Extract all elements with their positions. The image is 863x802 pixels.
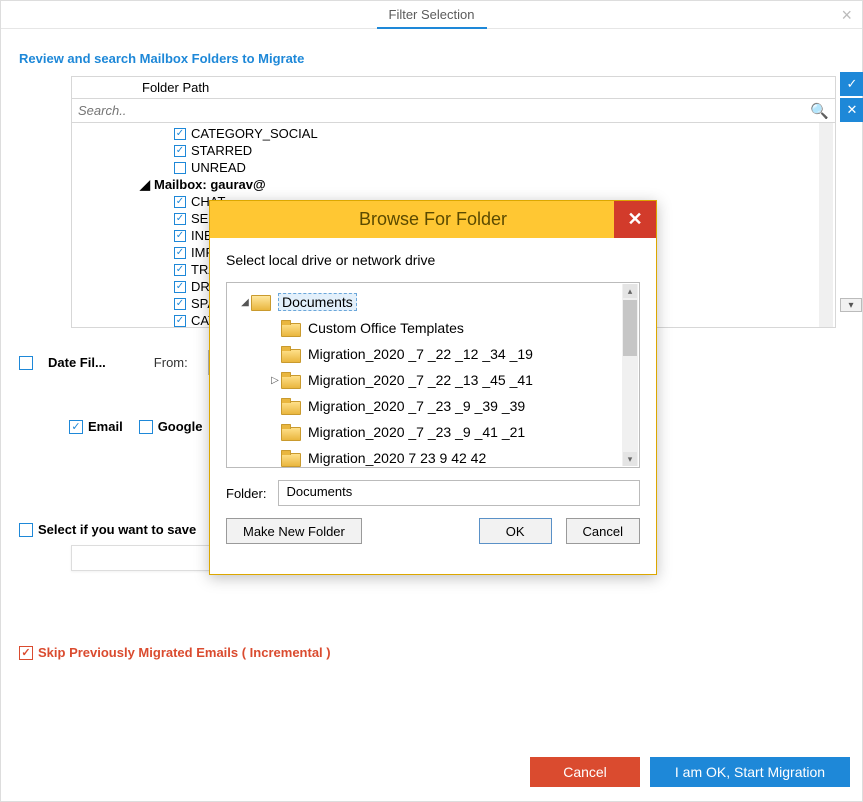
email-checkbox[interactable]: ✓ (69, 420, 83, 434)
skip-label: Skip Previously Migrated Emails ( Increm… (38, 645, 331, 660)
cancel-button[interactable]: Cancel (530, 757, 640, 787)
browser-item-label: Migration_2020 _7 _22 _12 _34 _19 (308, 346, 533, 362)
google-checkbox[interactable]: ✓ (139, 420, 153, 434)
folder-checkbox[interactable]: ✓ (174, 315, 186, 327)
browser-folder-item[interactable]: ▷ Migration_2020 _7 _22 _13 _45 _41 (227, 367, 639, 393)
scroll-down-icon[interactable]: ▾ (623, 452, 637, 466)
search-input[interactable] (78, 101, 810, 120)
dialog-cancel-button[interactable]: Cancel (566, 518, 640, 544)
browser-folder-item[interactable]: Migration_2020 _7 _23 _9 _39 _39 (227, 393, 639, 419)
window-titlebar: Filter Selection × (1, 1, 862, 29)
folder-browser[interactable]: ▴ ▾ ◢ Documents Custom Office Templates Mig… (226, 282, 640, 468)
folder-icon (281, 320, 301, 336)
folder-label: Mailbox: gaurav@ (154, 176, 266, 193)
dialog-titlebar[interactable]: Browse For Folder ✕ (210, 201, 656, 238)
browser-item-label: Documents (278, 293, 357, 311)
browser-folder-item[interactable]: ◢ Documents (227, 289, 639, 315)
folder-checkbox[interactable]: ✓ (174, 264, 186, 276)
folder-field-label: Folder: (226, 486, 266, 501)
browser-item-label: Migration_2020 _7 _22 _13 _45 _41 (308, 372, 533, 388)
folder-checkbox[interactable]: ✓ (174, 145, 186, 157)
browser-item-label: Migration_2020 7 23 9 42 42 (308, 450, 486, 466)
folder-icon (281, 424, 301, 440)
folder-node[interactable]: ✓ CATEGORY_SOCIAL (72, 125, 835, 142)
folder-checkbox[interactable]: ✓ (174, 128, 186, 140)
google-label: Google (158, 419, 203, 434)
browser-folder-item[interactable]: Migration_2020 _7 _22 _12 _34 _19 (227, 341, 639, 367)
expand-icon[interactable]: ▷ (269, 375, 281, 386)
mailbox-node[interactable]: ◢Mailbox: gaurav@ (72, 176, 835, 193)
start-migration-button[interactable]: I am OK, Start Migration (650, 757, 850, 787)
folder-icon (281, 346, 301, 362)
window-title: Filter Selection (389, 7, 475, 22)
dialog-title: Browse For Folder (359, 209, 507, 230)
heading-review: Review and search Mailbox Folders to Mig… (19, 51, 846, 66)
date-filter-checkbox[interactable]: ✓ (19, 356, 33, 370)
folder-icon (281, 398, 301, 414)
folder-label: CATEGORY_SOCIAL (191, 125, 318, 142)
tree-scrollbar[interactable] (819, 123, 833, 327)
folder-checkbox[interactable]: ✓ (174, 230, 186, 242)
select-all-button[interactable]: ✓ (840, 72, 863, 96)
browser-item-label: Migration_2020 _7 _23 _9 _39 _39 (308, 398, 525, 414)
save-label: Select if you want to save (38, 522, 196, 537)
browser-folder-item[interactable]: Custom Office Templates (227, 315, 639, 341)
scroll-up-icon[interactable]: ▴ (623, 284, 637, 298)
save-checkbox[interactable]: ✓ (19, 523, 33, 537)
scroll-thumb[interactable] (623, 300, 637, 356)
folder-icon (281, 450, 301, 466)
dialog-close-button[interactable]: ✕ (614, 201, 656, 238)
email-label: Email (88, 419, 123, 434)
browser-scrollbar[interactable]: ▴ ▾ (622, 284, 638, 466)
expand-icon[interactable]: ◢ (140, 176, 150, 193)
skip-checkbox[interactable]: ✓ (19, 646, 33, 660)
dialog-subtitle: Select local drive or network drive (226, 252, 640, 268)
folder-checkbox[interactable]: ✓ (174, 298, 186, 310)
ok-button[interactable]: OK (479, 518, 552, 544)
from-label: From: (154, 355, 188, 370)
folder-checkbox[interactable]: ✓ (174, 247, 186, 259)
folder-name-input[interactable]: Documents (278, 480, 640, 506)
browser-item-label: Custom Office Templates (308, 320, 464, 336)
date-filter-label: Date Fil... (48, 355, 106, 370)
close-icon[interactable]: × (841, 1, 852, 29)
column-header-folder-path[interactable]: Folder Path (71, 76, 836, 99)
clear-all-button[interactable]: ✕ (840, 98, 863, 122)
expand-icon[interactable]: ◢ (239, 297, 251, 308)
folder-checkbox[interactable] (174, 162, 186, 174)
folder-checkbox[interactable]: ✓ (174, 281, 186, 293)
documents-icon (251, 293, 271, 311)
browser-folder-item[interactable]: Migration_2020 7 23 9 42 42 (227, 445, 639, 468)
browser-folder-item[interactable]: Migration_2020 _7 _23 _9 _41 _21 (227, 419, 639, 445)
folder-label: STARRED (191, 142, 252, 159)
folder-node[interactable]: UNREAD (72, 159, 835, 176)
make-new-folder-button[interactable]: Make New Folder (226, 518, 362, 544)
search-icon[interactable]: 🔍 (810, 102, 829, 120)
browse-folder-dialog: Browse For Folder ✕ Select local drive o… (209, 200, 657, 575)
folder-checkbox[interactable]: ✓ (174, 213, 186, 225)
folder-label: UNREAD (191, 159, 246, 176)
folder-node[interactable]: ✓ STARRED (72, 142, 835, 159)
scroll-down-icon[interactable]: ▾ (840, 298, 862, 312)
folder-icon (281, 372, 301, 388)
browser-item-label: Migration_2020 _7 _23 _9 _41 _21 (308, 424, 525, 440)
folder-checkbox[interactable]: ✓ (174, 196, 186, 208)
